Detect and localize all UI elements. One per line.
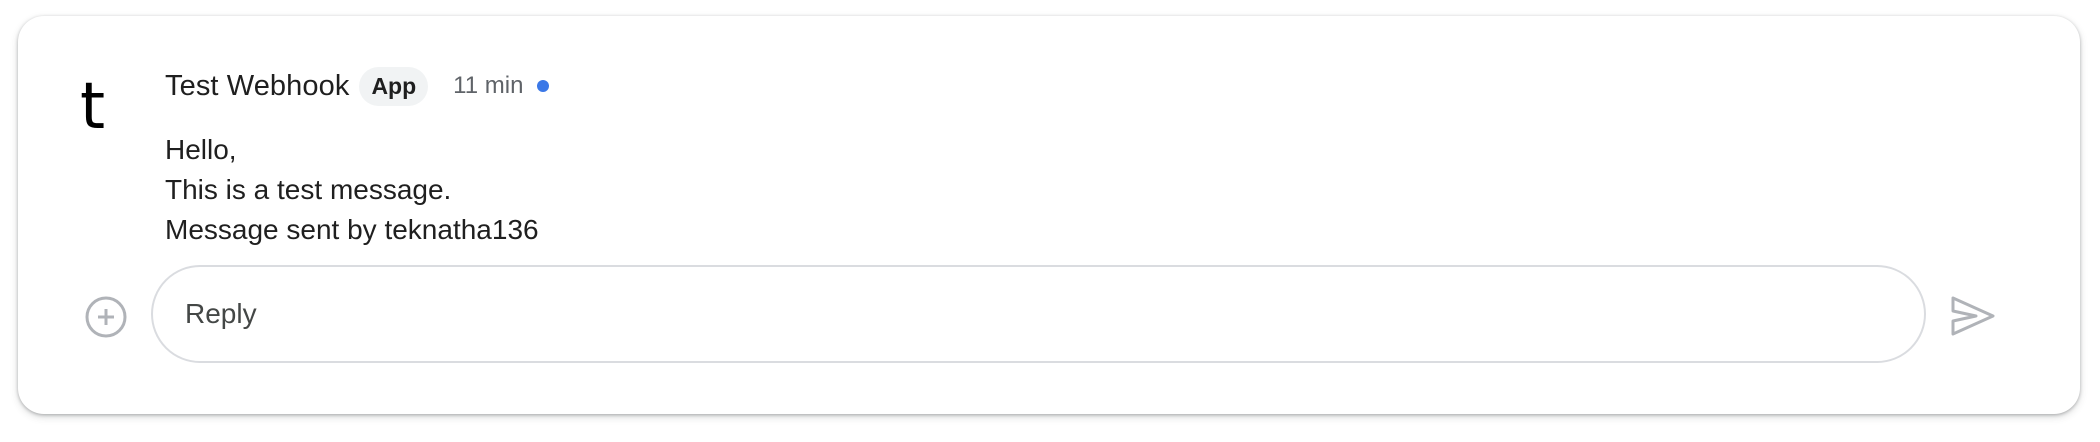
message-line: Hello, bbox=[165, 134, 237, 165]
reply-input[interactable] bbox=[185, 267, 1885, 361]
message-body: Hello, This is a test message. Message s… bbox=[165, 130, 539, 250]
sender-name[interactable]: Test Webhook bbox=[165, 70, 349, 103]
send-icon bbox=[1951, 296, 1995, 336]
send-button[interactable] bbox=[1950, 293, 1996, 339]
sender-avatar-icon: t bbox=[80, 70, 140, 142]
unread-dot-icon bbox=[537, 80, 550, 92]
message-timestamp: 11 min bbox=[453, 72, 524, 99]
reply-field[interactable] bbox=[151, 265, 1926, 363]
add-attachment-button[interactable] bbox=[85, 296, 127, 338]
app-badge: App bbox=[359, 66, 429, 106]
message-header: Test Webhook App 11 min bbox=[165, 66, 550, 106]
avatar-letter: t bbox=[80, 70, 105, 142]
message-line: This is a test message. bbox=[165, 174, 452, 205]
message-card: t Test Webhook App 11 min Hello, This is… bbox=[18, 16, 2080, 414]
message-line: Message sent by teknatha136 bbox=[165, 214, 539, 245]
add-circle-icon bbox=[85, 296, 127, 338]
